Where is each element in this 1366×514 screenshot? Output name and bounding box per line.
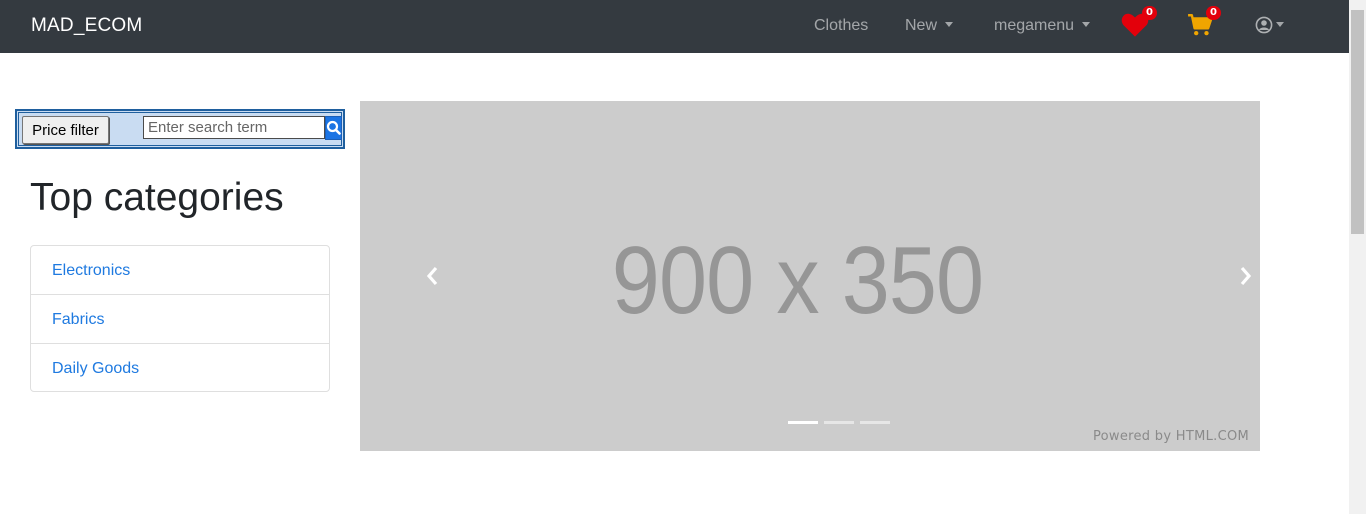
top-categories-heading: Top categories <box>30 176 284 219</box>
carousel-indicator-1[interactable] <box>788 421 818 424</box>
cart-button[interactable]: 0 <box>1187 6 1227 40</box>
page-scrollbar[interactable] <box>1349 0 1366 514</box>
chevron-left-icon <box>426 266 438 286</box>
wishlist-count-badge: 0 <box>1142 6 1157 20</box>
chevron-right-icon <box>1240 266 1252 286</box>
category-item-electronics[interactable]: Electronics <box>31 246 329 295</box>
category-list: Electronics Fabrics Daily Goods <box>30 245 330 392</box>
image-carousel: 900 x 350 Powered by HTML.COM <box>360 101 1260 451</box>
caret-down-icon <box>1082 22 1091 27</box>
nav-dropdown-megamenu[interactable]: megamenu <box>994 17 1091 35</box>
carousel-indicator-2[interactable] <box>824 421 854 424</box>
nav-link-clothes[interactable]: Clothes <box>814 17 868 35</box>
carousel-prev-button[interactable] <box>424 265 440 292</box>
user-circle-icon <box>1255 16 1273 34</box>
price-filter-button[interactable]: Price filter <box>22 116 109 144</box>
search-button[interactable] <box>325 116 342 140</box>
category-item-daily-goods[interactable]: Daily Goods <box>31 344 329 391</box>
caret-down-icon <box>945 22 954 27</box>
scrollbar-thumb[interactable] <box>1351 10 1364 234</box>
wishlist-button[interactable]: 0 <box>1121 6 1161 40</box>
search-icon <box>326 120 341 135</box>
filter-search-bar: Price filter <box>15 109 345 149</box>
user-menu-dropdown[interactable] <box>1254 15 1286 37</box>
nav-dropdown-new[interactable]: New <box>905 17 954 35</box>
caret-down-icon <box>1276 22 1284 27</box>
top-navbar: MAD_ECOM Clothes New megamenu 0 0 <box>0 0 1349 53</box>
search-input[interactable] <box>143 116 325 139</box>
nav-dropdown-megamenu-label: megamenu <box>994 17 1075 34</box>
carousel-next-button[interactable] <box>1238 265 1254 292</box>
cart-count-badge: 0 <box>1206 6 1221 20</box>
filter-search-inner: Price filter <box>18 112 342 146</box>
brand-logo[interactable]: MAD_ECOM <box>31 15 142 37</box>
category-item-fabrics[interactable]: Fabrics <box>31 295 329 344</box>
carousel-placeholder-text: 900 x 350 <box>611 227 984 334</box>
nav-dropdown-new-label: New <box>905 17 938 34</box>
carousel-indicators <box>788 421 898 425</box>
powered-by-text: Powered by HTML.COM <box>1092 429 1249 444</box>
carousel-indicator-3[interactable] <box>860 421 890 424</box>
